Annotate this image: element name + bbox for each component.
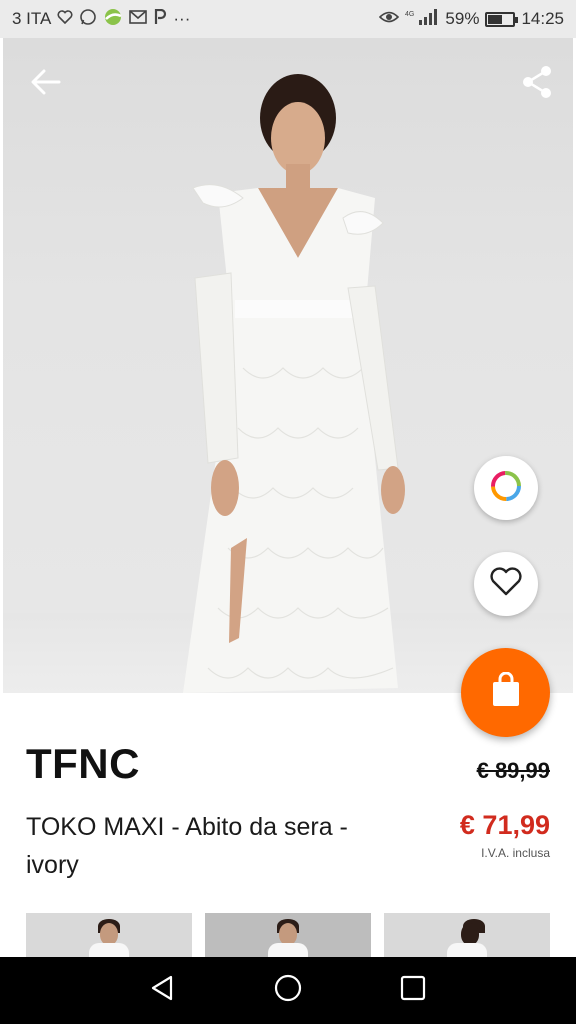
heart-outline-icon [489,566,523,602]
thumbnail-gallery [26,913,550,957]
color-picker-button[interactable] [474,456,538,520]
heart-icon [57,10,73,28]
status-left: 3 ITA ··· [12,8,190,30]
shopping-bag-icon [490,671,522,713]
battery-percent: 59% [445,9,480,28]
carrier-label: 3 ITA [12,9,52,28]
battery-fill [488,14,503,24]
paypal-icon [153,8,167,29]
thumb-model-dress [89,943,129,957]
thumb-model-face [461,923,479,945]
original-price: € 89,99 [476,758,550,783]
recents-square-icon [399,974,427,1007]
brand-name[interactable]: TFNC [26,740,140,788]
thumb-model-dress [268,943,308,957]
thumb-model-face [279,923,297,945]
wishlist-button[interactable] [474,552,538,616]
whatsapp-icon [79,8,97,30]
sale-price: € 71,99 [459,810,550,840]
vat-note: I.V.A. inclusa [481,846,550,860]
svg-text:4G: 4G [405,11,414,18]
clock: 14:25 [521,9,564,28]
battery-icon [485,11,519,27]
thumbnail-2[interactable] [205,913,371,957]
thumbnail-1[interactable] [26,913,192,957]
gmail-icon [129,9,148,29]
leaf-app-icon [103,8,123,30]
nav-home-button[interactable] [264,967,312,1015]
back-triangle-icon [149,974,177,1007]
home-circle-icon [273,973,303,1008]
eye-icon [379,10,400,28]
signal-icon: 4G [405,8,439,30]
thumb-model-face [100,923,118,945]
add-to-cart-button[interactable] [461,648,550,737]
nav-back-button[interactable] [139,967,187,1015]
share-button[interactable] [515,62,559,106]
back-button[interactable] [24,62,68,106]
status-bar: 3 ITA ··· 4G 59% 14:25 [0,0,576,38]
thumbnail-3[interactable] [384,913,550,957]
share-icon [521,65,553,104]
more-notifications: ··· [173,9,191,28]
nav-recents-button[interactable] [389,967,437,1015]
system-nav-bar [0,957,576,1024]
color-ring-icon [489,469,523,508]
arrow-left-icon [31,69,61,100]
product-title: TOKO MAXI - Abito da sera - ivory [26,813,348,879]
thumb-model-dress [447,943,487,957]
status-right: 4G 59% 14:25 [379,8,564,30]
